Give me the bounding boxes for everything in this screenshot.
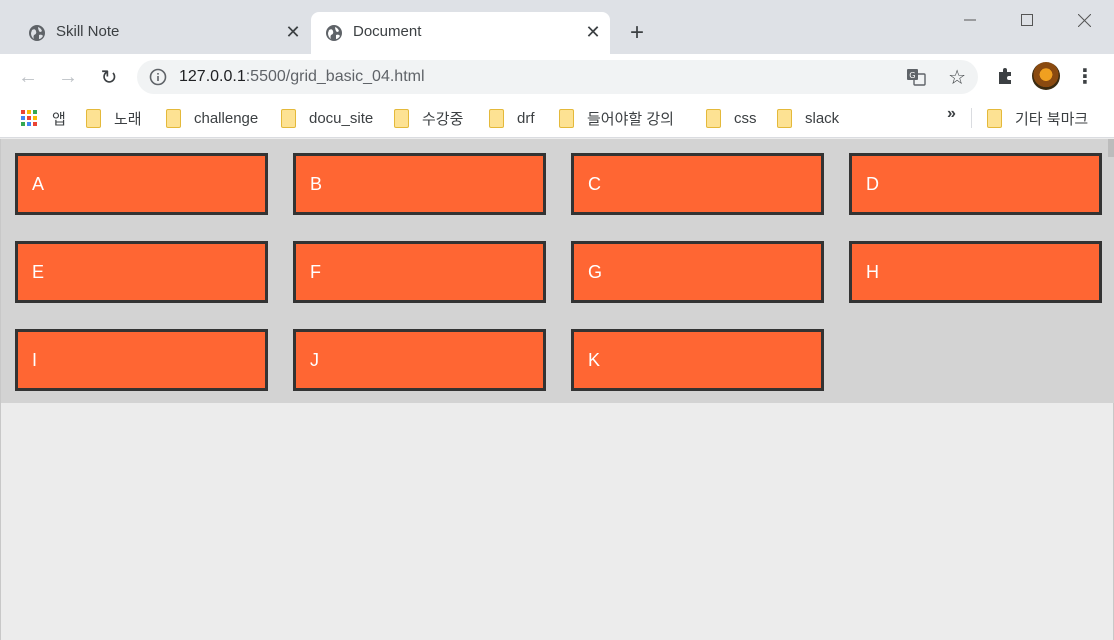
bookmark-label: docu_site xyxy=(309,109,374,127)
folder-icon xyxy=(559,108,574,128)
toolbar: ← → ↻ 127.0.0.1:5500/grid_basic_04.html … xyxy=(0,54,1114,100)
folder-icon xyxy=(777,108,792,128)
bookmark-label: 수강중 xyxy=(422,110,464,128)
bookmark-folder[interactable]: css xyxy=(706,107,757,129)
folder-icon xyxy=(489,108,504,128)
bookmark-folder[interactable]: docu_site xyxy=(281,107,373,129)
bookmark-label: 기타 북마크 xyxy=(1015,110,1089,128)
tab-document[interactable]: Document ✕ xyxy=(311,12,610,54)
grid-item: J xyxy=(293,329,546,391)
minimize-icon[interactable] xyxy=(955,8,985,32)
bookmark-folder[interactable]: 수강중 xyxy=(394,107,463,129)
grid-item: I xyxy=(15,329,268,391)
bookmark-label: css xyxy=(734,109,757,127)
bookmark-apps[interactable]: 앱 xyxy=(21,107,66,129)
url-text: 127.0.0.1:5500/grid_basic_04.html xyxy=(179,68,425,86)
bookmark-folder[interactable]: 노래 xyxy=(86,107,142,129)
apps-icon xyxy=(21,110,37,126)
close-icon[interactable]: ✕ xyxy=(584,22,602,42)
grid-item: B xyxy=(293,153,546,215)
star-icon[interactable]: ☆ xyxy=(948,65,966,90)
grid-item: E xyxy=(15,241,268,303)
grid-item: A xyxy=(15,153,268,215)
new-tab-button[interactable]: + xyxy=(624,19,650,46)
bookmark-folder[interactable]: 들어야할 강의 xyxy=(559,107,674,129)
bookmark-other[interactable]: 기타 북마크 xyxy=(987,107,1088,129)
tab-skill-note[interactable]: Skill Note ✕ xyxy=(14,12,310,54)
bookmarks-overflow-button[interactable]: » xyxy=(947,105,956,123)
back-icon[interactable]: ← xyxy=(15,64,41,90)
bookmark-label: 앱 xyxy=(52,110,66,128)
translate-icon[interactable]: G xyxy=(906,68,926,86)
divider xyxy=(971,108,972,128)
forward-icon[interactable]: → xyxy=(55,64,81,90)
bookmark-label: challenge xyxy=(194,109,259,127)
url-path: :5500/grid_basic_04.html xyxy=(245,68,425,85)
globe-icon xyxy=(326,25,342,41)
url-host: 127.0.0.1 xyxy=(179,68,246,85)
folder-icon xyxy=(281,108,296,128)
folder-icon xyxy=(706,108,721,128)
folder-icon xyxy=(166,108,181,128)
globe-icon xyxy=(29,25,45,41)
bookmark-label: 들어야할 강의 xyxy=(587,110,674,128)
bookmark-label: slack xyxy=(805,109,840,127)
extensions-icon[interactable] xyxy=(995,64,1017,86)
grid-item: H xyxy=(849,241,1102,303)
grid-container: A B C D E F G H I J K xyxy=(1,139,1114,403)
folder-icon xyxy=(86,108,101,128)
folder-icon xyxy=(987,108,1002,128)
tab-title: Document xyxy=(353,23,422,40)
folder-icon xyxy=(394,108,409,128)
bookmark-label: drf xyxy=(517,109,535,127)
address-bar[interactable]: 127.0.0.1:5500/grid_basic_04.html G ☆ xyxy=(137,60,978,94)
scrollbar[interactable] xyxy=(1108,139,1114,157)
bookmark-folder[interactable]: slack xyxy=(777,107,839,129)
grid-item: C xyxy=(571,153,824,215)
grid-item: F xyxy=(293,241,546,303)
bookmark-folder[interactable]: challenge xyxy=(166,107,258,129)
grid-item: G xyxy=(571,241,824,303)
close-window-icon[interactable] xyxy=(1069,8,1099,32)
info-icon[interactable] xyxy=(149,68,167,86)
menu-icon[interactable]: ⋮ xyxy=(1075,62,1095,90)
bookmark-label: 노래 xyxy=(114,110,142,128)
reload-icon[interactable]: ↻ xyxy=(96,64,122,90)
close-icon[interactable]: ✕ xyxy=(284,22,302,42)
svg-text:G: G xyxy=(909,71,915,80)
grid-item: D xyxy=(849,153,1102,215)
page-viewport: A B C D E F G H I J K xyxy=(0,139,1114,640)
grid-item: K xyxy=(571,329,824,391)
maximize-icon[interactable] xyxy=(1012,8,1042,32)
tab-title: Skill Note xyxy=(56,23,120,40)
bookmark-folder[interactable]: drf xyxy=(489,107,535,129)
tab-strip: Skill Note ✕ Document ✕ + xyxy=(0,0,1114,54)
avatar[interactable] xyxy=(1032,62,1060,90)
